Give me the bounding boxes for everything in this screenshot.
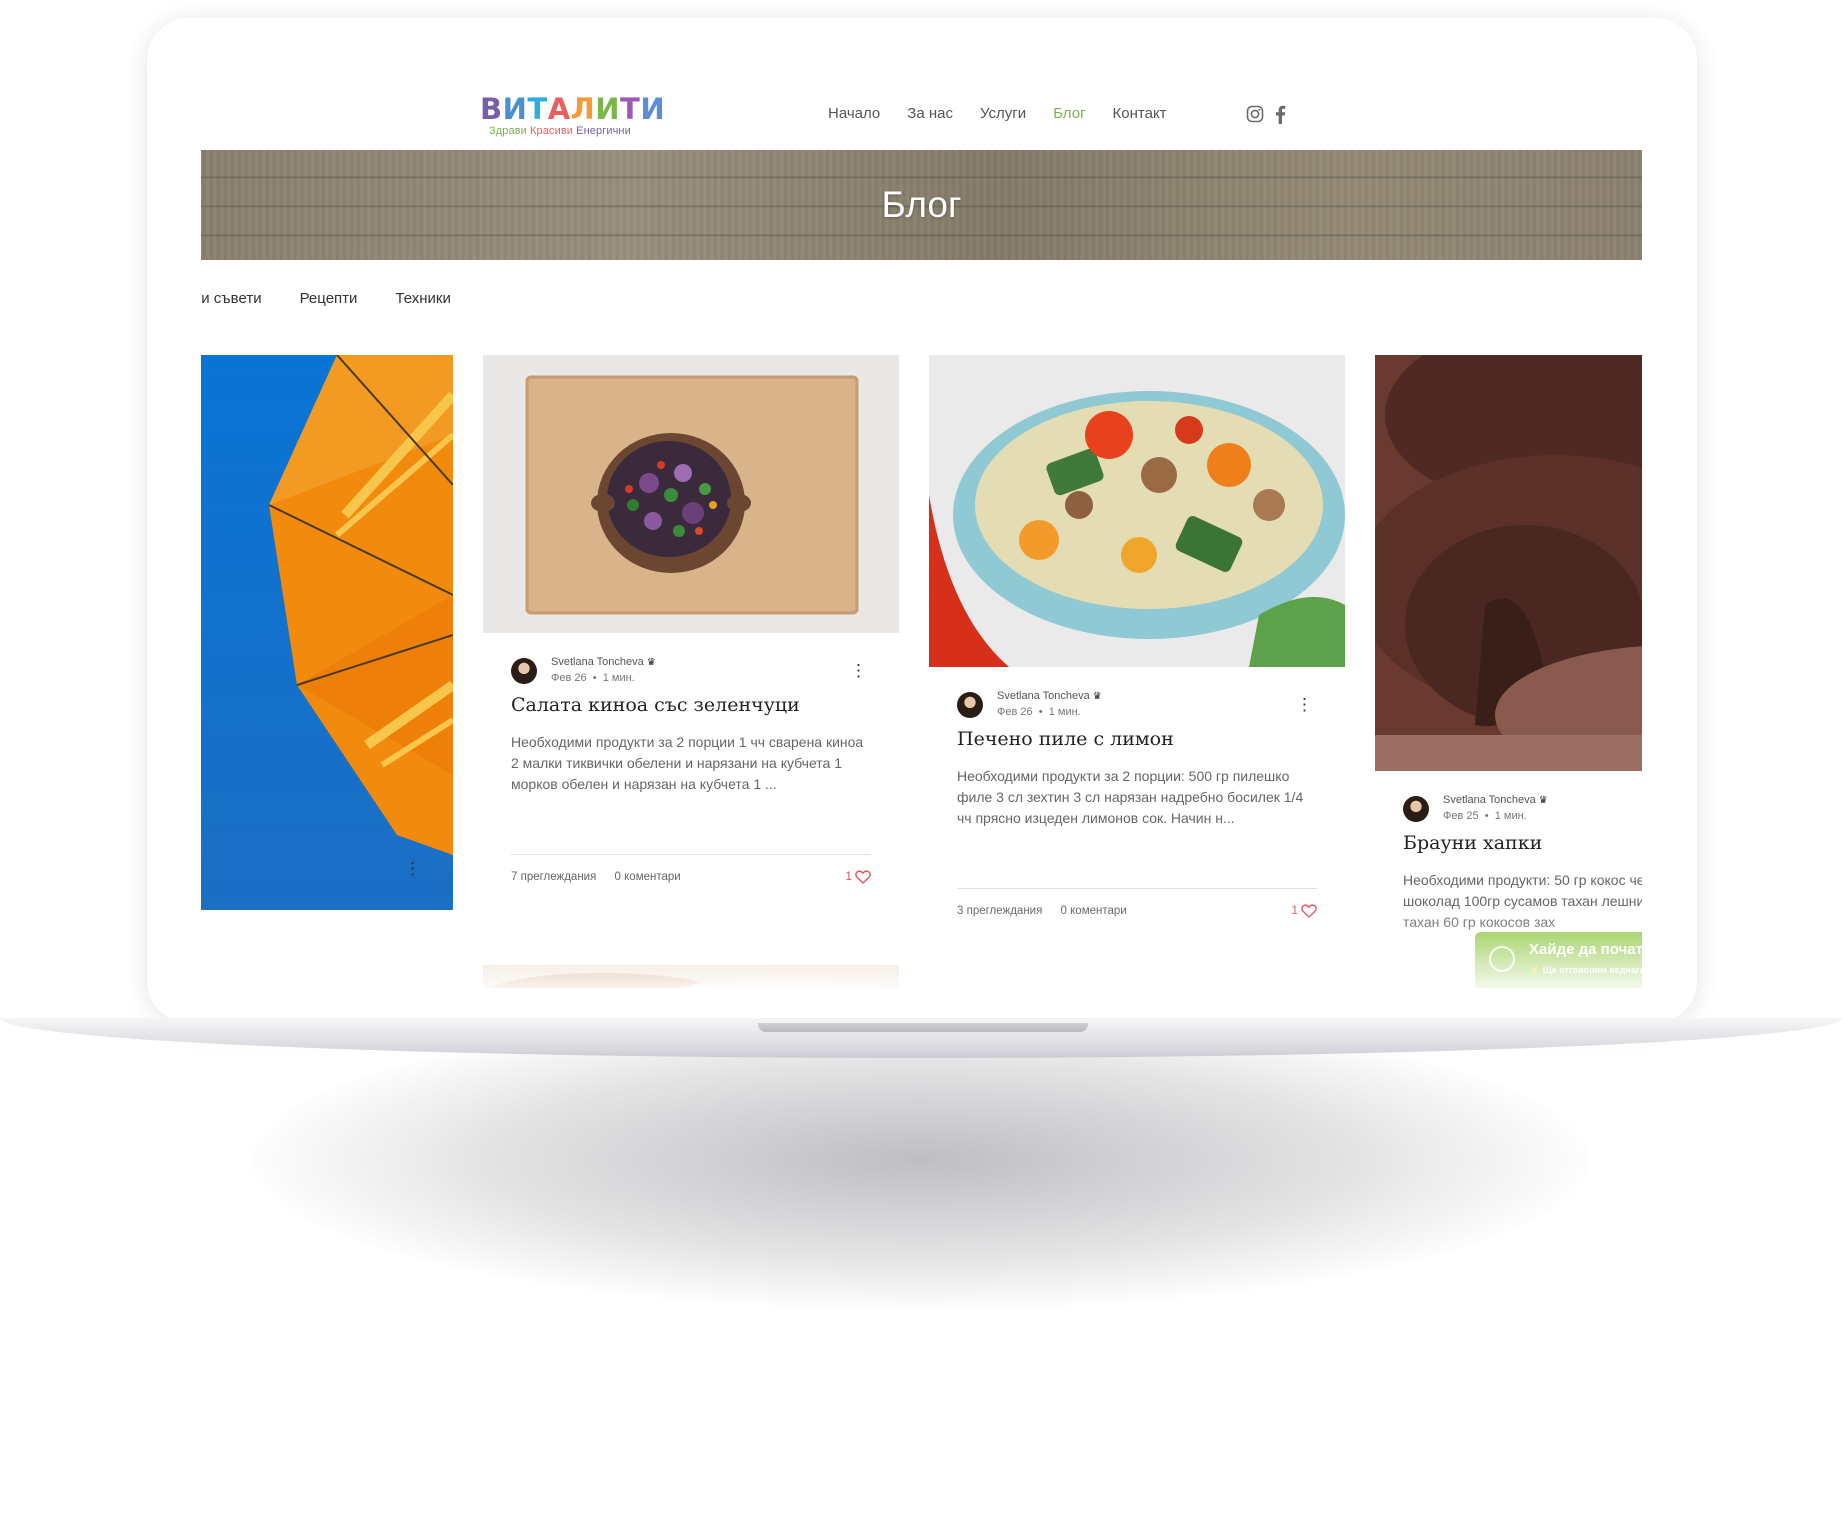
logo-letter: Л — [570, 92, 596, 126]
logo-letter: И — [595, 92, 621, 126]
post-image — [1375, 355, 1642, 771]
crown-icon: ♛ — [1092, 691, 1102, 702]
post-image — [929, 355, 1345, 667]
category-item[interactable]: вни съвети — [201, 290, 262, 307]
smile-icon — [1489, 946, 1515, 972]
logo-letter: А — [547, 92, 571, 126]
post-image — [483, 355, 899, 633]
post-title[interactable]: Брауни хапки — [1403, 832, 1542, 854]
author-avatar[interactable] — [1403, 796, 1429, 822]
chat-subtitle: ⚡ Ще отговорим веднага — [1529, 965, 1642, 975]
site-logo[interactable]: ВИТАЛИТИ Здрави Красиви Енергични — [480, 94, 665, 137]
laptop-hinge — [758, 1023, 1088, 1032]
main-nav: Начало За нас Услуги Блог Контакт — [828, 105, 1194, 122]
post-card[interactable]: Svetlana Toncheva ♛ Фев 25 • 1 мин. Браун… — [1375, 355, 1642, 988]
read-time: 1 мин. — [1494, 810, 1527, 822]
more-options-icon[interactable]: ⋮ — [404, 860, 421, 877]
like-button[interactable]: 1 — [1291, 903, 1317, 918]
blog-banner: Блог — [201, 150, 1642, 260]
view-count: 3 преглеждания — [957, 905, 1043, 917]
like-count: 1 — [1291, 903, 1298, 917]
read-time: 1 мин. — [602, 672, 635, 684]
card-divider — [511, 854, 871, 855]
post-stats: 3 преглеждания 0 коментари 1 — [957, 903, 1317, 918]
post-image — [201, 355, 453, 910]
post-title[interactable]: Печено пиле с лимон — [957, 728, 1174, 750]
post-card[interactable]: Svetlana Toncheva ♛ Фев 26 • 1 мин. ⋮ Печ… — [929, 355, 1345, 988]
view-count: 7 преглеждания — [511, 871, 597, 883]
heart-icon — [1301, 904, 1317, 918]
category-recipes[interactable]: Рецепти — [300, 290, 358, 307]
post-excerpt: Необходими продукти: 50 гр кокос черен ш… — [1403, 872, 1642, 930]
banner-title: Блог — [881, 184, 962, 225]
logo-letter: И — [502, 92, 528, 126]
logo-tagline: Здрави Красиви Енергични — [489, 125, 665, 137]
facebook-icon[interactable] — [1274, 105, 1292, 125]
nav-services[interactable]: Услуги — [980, 105, 1026, 122]
tagline-word: Здрави — [489, 125, 527, 137]
more-options-icon[interactable]: ⋮ — [850, 662, 867, 679]
comment-count[interactable]: 0 коментари — [615, 871, 681, 883]
author-avatar[interactable] — [957, 692, 983, 718]
nav-about[interactable]: За нас — [907, 105, 953, 122]
post-date: Фев 26 — [997, 706, 1033, 718]
like-count: 1 — [845, 869, 852, 883]
category-techniques[interactable]: Техники — [395, 290, 450, 307]
post-stats: 7 преглеждания 0 коментари 1 — [511, 869, 871, 884]
instagram-icon[interactable] — [1246, 105, 1264, 125]
more-options-icon[interactable]: ⋮ — [1296, 696, 1313, 713]
tagline-word: Енергични — [573, 125, 631, 137]
nav-contact[interactable]: Контакт — [1113, 105, 1167, 122]
author-name[interactable]: Svetlana Toncheva — [551, 656, 644, 668]
browser-screen: ВИТАЛИТИ Здрави Красиви Енергични Начало… — [201, 58, 1642, 988]
heart-icon — [855, 870, 871, 884]
crown-icon: ♛ — [646, 657, 656, 668]
category-menu: вни съвети Рецепти Техники — [201, 290, 451, 307]
social-links — [1246, 105, 1292, 125]
like-button[interactable]: 1 — [845, 869, 871, 884]
logo-letter: Т — [527, 92, 548, 126]
post-title[interactable]: Салата киноа със зеленчуци — [511, 694, 800, 716]
read-time: 1 мин. — [1048, 706, 1081, 718]
post-card[interactable]: Svetlana Toncheva ♛ Фев 26 • 1 мин. ⋮ Сал… — [483, 355, 899, 988]
post-excerpt: Необходими продукти за 2 порции 1 чч сва… — [511, 734, 864, 792]
chat-widget[interactable]: Хайде да почати ⚡ Ще отговорим веднага — [1475, 932, 1642, 988]
post-card[interactable]: ♛ ⋮ — [201, 355, 453, 915]
nav-blog[interactable]: Блог — [1053, 105, 1085, 122]
crown-icon: ♛ — [1538, 795, 1548, 806]
post-date: Фев 25 — [1443, 810, 1479, 822]
tagline-word: Красиви — [526, 125, 574, 137]
site-header: ВИТАЛИТИ Здрави Красиви Енергични Начало… — [201, 58, 1642, 150]
author-name[interactable]: Svetlana Toncheva — [997, 690, 1090, 702]
logo-letter: В — [480, 92, 503, 126]
post-date: Фев 26 — [551, 672, 587, 684]
comment-count[interactable]: 0 коментари — [1061, 905, 1127, 917]
post-excerpt: Необходими продукти за 2 порции: 500 гр … — [957, 768, 1304, 826]
author-avatar[interactable] — [511, 658, 537, 684]
nav-home[interactable]: Начало — [828, 105, 880, 122]
logo-wordmark: ВИТАЛИТИ — [480, 94, 665, 124]
chat-title: Хайде да почати — [1529, 941, 1642, 958]
post-image-next — [483, 965, 899, 988]
card-divider — [957, 888, 1317, 889]
author-name[interactable]: Svetlana Toncheva — [1443, 794, 1536, 806]
logo-letter: И — [640, 92, 666, 126]
logo-letter: Т — [620, 92, 641, 126]
